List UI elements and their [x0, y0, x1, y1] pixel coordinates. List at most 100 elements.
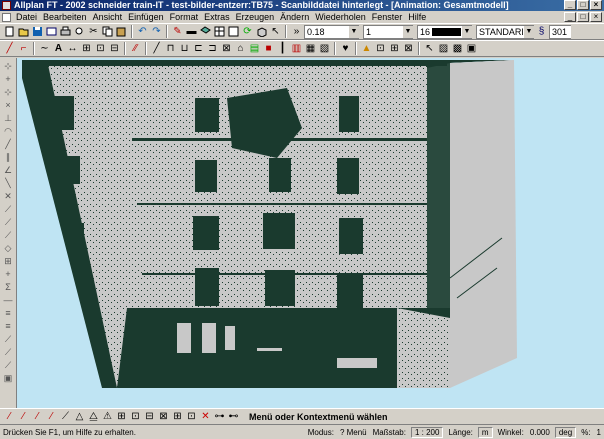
modify-red-icon[interactable]: ⁄: [17, 410, 30, 423]
object-properties-icon[interactable]: ▲: [360, 42, 373, 55]
chevron-down-icon[interactable]: ▼: [348, 25, 359, 38]
modify-red-icon[interactable]: ⁄: [3, 410, 16, 423]
drawing-viewport[interactable]: [17, 58, 604, 408]
layer-icon[interactable]: [45, 25, 58, 38]
line-tool-icon[interactable]: ╱: [2, 138, 15, 150]
beam-icon[interactable]: ┃: [276, 42, 289, 55]
layer-select-icon[interactable]: [199, 25, 212, 38]
copy-bottom-icon[interactable]: ⊡: [129, 410, 142, 423]
3d-view-icon[interactable]: [255, 25, 268, 38]
menu-extras[interactable]: Extras: [201, 11, 233, 23]
solid-icon[interactable]: ■: [262, 42, 275, 55]
wall-icon[interactable]: ╱: [150, 42, 163, 55]
pattern-icon[interactable]: ▦: [304, 42, 317, 55]
trim-icon[interactable]: ⟋: [2, 216, 15, 228]
symbol-icon[interactable]: ⊡: [94, 42, 107, 55]
join-icon[interactable]: ⊶: [213, 410, 226, 423]
reference-icon[interactable]: ⊡: [374, 42, 387, 55]
stair-icon[interactable]: ⊐: [206, 42, 219, 55]
dimension-icon[interactable]: ↔: [66, 42, 79, 55]
view-icon[interactable]: ▩: [451, 42, 464, 55]
open-icon[interactable]: [17, 25, 30, 38]
print-preview-icon[interactable]: [73, 25, 86, 38]
palette-icon[interactable]: ▨: [437, 42, 450, 55]
massstab-value[interactable]: 1 : 200: [410, 426, 444, 438]
menu-datei[interactable]: Datei: [13, 11, 40, 23]
line-style-icon[interactable]: ▬: [185, 25, 198, 38]
line-icon[interactable]: ╱: [3, 42, 16, 55]
spline-icon[interactable]: ∼: [38, 42, 51, 55]
opening-icon[interactable]: ⊔: [178, 42, 191, 55]
delete-icon[interactable]: ✕: [199, 410, 212, 423]
format-icon[interactable]: §: [535, 25, 548, 38]
redo-icon[interactable]: ↷: [150, 25, 163, 38]
properties-icon[interactable]: ▣: [2, 372, 15, 384]
laenge-value[interactable]: m: [477, 426, 493, 438]
menu-einfuegen[interactable]: Einfügen: [125, 11, 167, 23]
menu-wiederholen[interactable]: Wiederholen: [312, 11, 369, 23]
eraser-icon[interactable]: ◇: [2, 242, 15, 254]
arrow-icon[interactable]: ↖: [423, 42, 436, 55]
print-icon[interactable]: [59, 25, 72, 38]
block-icon[interactable]: ⊡: [185, 410, 198, 423]
undo-icon[interactable]: ↶: [136, 25, 149, 38]
mirror-icon[interactable]: ≡: [2, 320, 15, 332]
extend-icon[interactable]: ⟋: [2, 203, 15, 215]
layer-visibility-icon[interactable]: ♥: [339, 42, 352, 55]
dimension-tool-icon[interactable]: ⊞: [2, 255, 15, 267]
zoom-window-icon[interactable]: [227, 25, 240, 38]
allplan-app-icon[interactable]: [2, 1, 11, 10]
fill-icon[interactable]: ▧: [318, 42, 331, 55]
split-icon[interactable]: ⊷: [227, 410, 240, 423]
group-icon[interactable]: ⊞: [115, 410, 128, 423]
chevron-down-icon[interactable]: ▼: [523, 25, 534, 38]
rotate-icon[interactable]: ⟋: [2, 333, 15, 345]
layer-name-select[interactable]: STANDARD ▼: [476, 24, 534, 39]
window-icon[interactable]: [213, 25, 226, 38]
diagonal-icon[interactable]: ╲: [2, 177, 15, 189]
menu-aendern[interactable]: Ändern: [277, 11, 312, 23]
rotate-bottom-icon[interactable]: ⊟: [143, 410, 156, 423]
chevron-down-icon[interactable]: ▼: [461, 25, 472, 38]
menu-hilfe[interactable]: Hilfe: [405, 11, 429, 23]
document-icon[interactable]: [2, 12, 11, 22]
menu-erzeugen[interactable]: Erzeugen: [233, 11, 278, 23]
intersection-icon[interactable]: ×: [2, 99, 15, 111]
warning-icon[interactable]: ⚠: [101, 410, 114, 423]
format-number-select[interactable]: 301: [549, 24, 571, 39]
winkel-unit[interactable]: deg: [554, 426, 577, 438]
window-element-icon[interactable]: ⊏: [192, 42, 205, 55]
minimize-button[interactable]: _: [564, 0, 576, 10]
array-icon[interactable]: ⊞: [171, 410, 184, 423]
measure-icon[interactable]: ⊞: [388, 42, 401, 55]
doc-minimize-button[interactable]: _: [564, 12, 576, 22]
pen-icon[interactable]: ✎: [171, 25, 184, 38]
save-icon[interactable]: [31, 25, 44, 38]
cut-icon[interactable]: ✂: [87, 25, 100, 38]
roof-icon[interactable]: ⌂: [234, 42, 247, 55]
expand-icon[interactable]: »: [290, 25, 303, 38]
mirror-bottom-icon[interactable]: ⧋: [87, 410, 100, 423]
maximize-button[interactable]: □: [577, 0, 589, 10]
copy-icon[interactable]: [101, 25, 114, 38]
scale-icon[interactable]: ≡: [2, 307, 15, 319]
polyline-icon[interactable]: ⌐: [17, 42, 30, 55]
pen-thickness-select[interactable]: 0.18 ▼: [304, 24, 359, 39]
menu-format[interactable]: Format: [167, 11, 202, 23]
cross-icon[interactable]: ✕: [2, 190, 15, 202]
close-button[interactable]: ×: [590, 0, 602, 10]
move-icon[interactable]: ⟋: [2, 346, 15, 358]
modify-icon[interactable]: ⁄⁄: [129, 42, 142, 55]
menu-fenster[interactable]: Fenster: [369, 11, 406, 23]
point-icon[interactable]: +: [2, 73, 15, 85]
paste-icon[interactable]: [115, 25, 128, 38]
room-icon[interactable]: ⊠: [220, 42, 233, 55]
modify-red-icon[interactable]: ⁄: [31, 410, 44, 423]
sum-icon[interactable]: Σ: [2, 281, 15, 293]
macro-icon[interactable]: ⊟: [108, 42, 121, 55]
offset-icon[interactable]: ⟋: [2, 229, 15, 241]
parallel-icon[interactable]: ∥: [2, 151, 15, 163]
midpoint-icon[interactable]: ⊹: [2, 86, 15, 98]
help-pointer-icon[interactable]: ↖: [269, 25, 282, 38]
refresh-icon[interactable]: ⟳: [241, 25, 254, 38]
